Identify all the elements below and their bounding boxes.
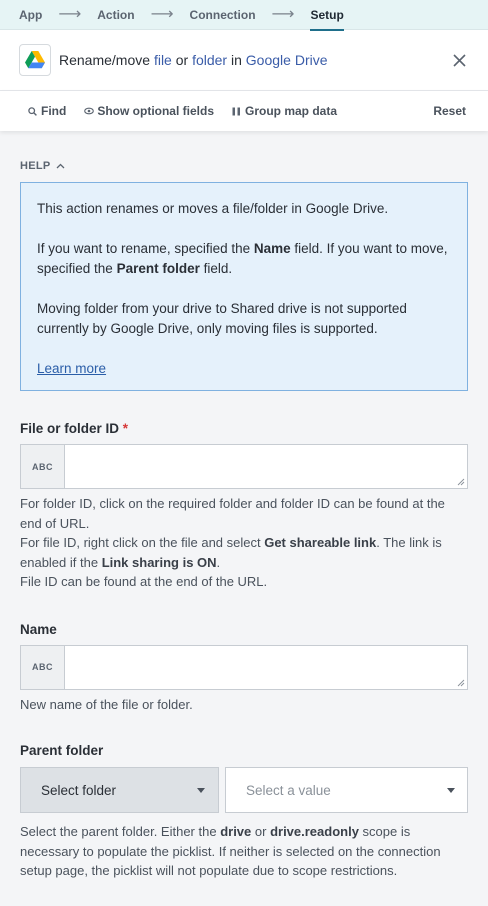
search-icon xyxy=(28,106,37,116)
name-input[interactable] xyxy=(65,645,467,689)
help-toggle[interactable]: HELP xyxy=(20,160,468,172)
close-button[interactable] xyxy=(449,50,469,70)
resize-handle-icon[interactable] xyxy=(457,679,465,687)
eye-icon xyxy=(84,107,95,115)
parent-folder-label: Parent folder xyxy=(20,743,104,758)
hint-part: For file ID, right click on the file and… xyxy=(20,535,265,550)
mode-select-value: Select folder xyxy=(41,782,117,798)
group-map-label: Group map data xyxy=(245,104,338,118)
name-hint: New name of the file or folder. xyxy=(20,696,193,712)
learn-more-link[interactable]: Learn more xyxy=(37,361,106,376)
chevron-up-icon xyxy=(56,163,65,169)
hint-bold: Get shareable link xyxy=(264,535,377,550)
title-text: or xyxy=(171,52,193,68)
find-button[interactable]: Find xyxy=(28,104,66,118)
help-panel: This action renames or moves a file/fold… xyxy=(20,182,468,391)
show-optional-label: Show optional fields xyxy=(97,104,214,118)
file-id-input[interactable] xyxy=(65,445,467,488)
hint-part: or xyxy=(251,824,271,839)
value-select-placeholder: Select a value xyxy=(246,782,331,798)
name-field: ABC xyxy=(20,644,468,690)
title-app-link[interactable]: Google Drive xyxy=(246,52,328,68)
breadcrumb-connection[interactable]: Connection xyxy=(190,8,256,22)
show-optional-fields-button[interactable]: Show optional fields xyxy=(84,104,214,118)
parent-folder-value-select[interactable]: Select a value xyxy=(225,767,468,813)
breadcrumb-app[interactable]: App xyxy=(19,8,42,22)
form-content: HELP This action renames or moves a file… xyxy=(0,160,488,881)
caret-down-icon xyxy=(197,787,205,793)
arrow-right-icon: ⟶ xyxy=(271,5,295,23)
hint-line: For folder ID, click on the required fol… xyxy=(20,496,445,531)
file-id-field: ABC xyxy=(20,444,468,489)
help-text: This action renames or moves a file/fold… xyxy=(37,201,389,216)
columns-icon xyxy=(232,107,240,115)
required-mark: * xyxy=(122,421,129,436)
file-id-hint: For folder ID, click on the required fol… xyxy=(20,494,468,592)
title-text: in xyxy=(227,52,246,68)
file-id-label-text: File or folder ID xyxy=(20,421,120,436)
help-text-part: If you want to rename, specified the xyxy=(37,241,254,256)
help-text-bold: Name xyxy=(253,241,291,256)
hint-bold: drive xyxy=(220,824,252,839)
hint-line: For file ID, right click on the file and… xyxy=(20,533,468,572)
breadcrumb: App ⟶ Action ⟶ Connection ⟶ Setup xyxy=(0,0,488,31)
toolbar: Find Show optional fields Group map data… xyxy=(0,91,488,131)
hint-bold: Link sharing is ON xyxy=(101,554,217,570)
breadcrumb-setup[interactable]: Setup xyxy=(310,8,345,31)
hint-part: Select the parent folder. Either the xyxy=(20,824,221,839)
help-toggle-label: HELP xyxy=(20,160,51,172)
hint-line: File ID can be found at the end of the U… xyxy=(20,574,268,589)
file-id-label: File or folder ID * xyxy=(20,421,468,436)
title-file-link[interactable]: file xyxy=(154,52,172,68)
help-text: Moving folder from your drive to Shared … xyxy=(37,301,407,336)
parent-folder-field: Select folder Select a value xyxy=(20,767,468,813)
parent-folder-mode-select[interactable]: Select folder xyxy=(20,767,219,813)
resize-handle-icon[interactable] xyxy=(457,478,465,486)
help-text: If you want to rename, specified the Nam… xyxy=(37,239,451,279)
breadcrumb-action[interactable]: Action xyxy=(97,8,134,22)
page-title: Rename/move file or folder in Google Dri… xyxy=(59,52,449,68)
title-text: Rename/move xyxy=(59,52,154,68)
help-text-part: field. xyxy=(199,261,233,276)
name-label: Name xyxy=(20,621,57,637)
parent-folder-hint: Select the parent folder. Either the dri… xyxy=(20,822,468,881)
caret-down-icon xyxy=(447,787,455,793)
action-header: Rename/move file or folder in Google Dri… xyxy=(0,30,488,91)
title-folder-link[interactable]: folder xyxy=(192,52,227,68)
arrow-right-icon: ⟶ xyxy=(150,5,174,23)
arrow-right-icon: ⟶ xyxy=(58,5,82,23)
reset-button[interactable]: Reset xyxy=(433,104,466,118)
help-text-bold: Parent folder xyxy=(116,261,200,276)
find-label: Find xyxy=(41,104,67,118)
close-icon xyxy=(452,53,466,67)
hint-bold: drive.readonly xyxy=(270,824,359,839)
hint-part: . xyxy=(216,554,221,570)
text-type-badge: ABC xyxy=(21,445,65,488)
google-drive-icon xyxy=(19,44,51,76)
group-map-data-button[interactable]: Group map data xyxy=(232,104,337,118)
text-type-badge: ABC xyxy=(21,645,65,689)
